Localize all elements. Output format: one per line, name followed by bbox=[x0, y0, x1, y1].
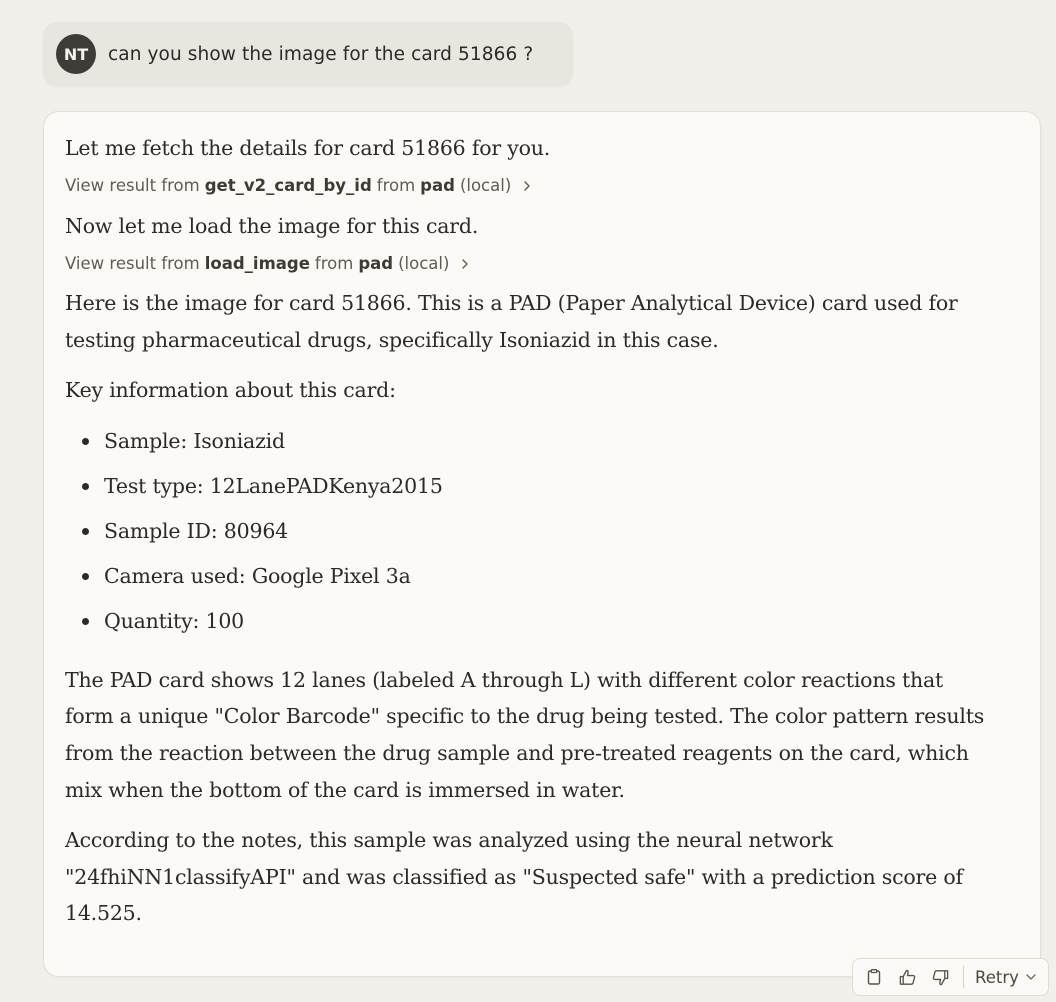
assistant-message-content: Let me fetch the details for card 51866 … bbox=[65, 130, 985, 932]
tool-result-suffix: (local) bbox=[398, 254, 450, 273]
classification-paragraph: According to the notes, this sample was … bbox=[65, 827, 963, 926]
tool-result-prefix: View result from bbox=[65, 254, 200, 273]
avatar[interactable]: NT bbox=[56, 34, 96, 74]
bullet-dot bbox=[82, 572, 89, 580]
bullet-dot bbox=[82, 482, 89, 490]
divider bbox=[963, 966, 964, 988]
tool-result-link-load-image[interactable]: View result from load_image from pad (lo… bbox=[65, 252, 985, 276]
bullet-dot bbox=[82, 617, 89, 625]
chevron-right-icon bbox=[524, 181, 530, 191]
user-message-bubble: NT can you show the image for the card 5… bbox=[43, 22, 573, 86]
tool-result-suffix: (local) bbox=[459, 176, 512, 195]
color-barcode-paragraph: The PAD card shows 12 lanes (labeled A t… bbox=[65, 667, 985, 802]
thumbs-up-icon[interactable] bbox=[896, 966, 918, 988]
tool-result-prefix: View result from bbox=[65, 176, 200, 195]
tool-server: pad bbox=[420, 176, 455, 195]
user-message-text: can you show the image for the card 5186… bbox=[108, 43, 534, 65]
tool-name: load_image bbox=[204, 254, 310, 273]
key-info-list: Sample: Isoniazid Test type: 12LanePADKe… bbox=[65, 423, 985, 648]
assistant-message-card: Let me fetch the details for card 51866 … bbox=[43, 111, 1041, 977]
thumbs-down-icon[interactable] bbox=[929, 966, 951, 988]
list-item-text: Sample ID: 80964 bbox=[104, 518, 289, 543]
tool-result-mid: from bbox=[314, 254, 354, 273]
chevron-down-icon bbox=[1026, 974, 1036, 980]
list-item-text: Camera used: Google Pixel 3a bbox=[104, 563, 411, 588]
card-description-paragraph: Here is the image for card 51866. This i… bbox=[65, 291, 958, 352]
tool-server: pad bbox=[358, 254, 394, 273]
retry-button[interactable]: Retry bbox=[975, 968, 1037, 987]
bullet-dot bbox=[82, 527, 89, 535]
list-item: Camera used: Google Pixel 3a bbox=[65, 558, 985, 603]
message-action-bar: Retry bbox=[852, 958, 1049, 996]
key-info-heading: Key information about this card: bbox=[65, 377, 396, 402]
bullet-dot bbox=[82, 437, 89, 445]
clipboard-icon[interactable] bbox=[863, 966, 885, 988]
retry-label: Retry bbox=[975, 967, 1019, 987]
intro-text: Let me fetch the details for card 51866 … bbox=[65, 136, 551, 160]
followup-text: Now let me load the image for this card. bbox=[65, 214, 479, 238]
list-item-text: Test type: 12LanePADKenya2015 bbox=[104, 473, 443, 498]
list-item: Sample: Isoniazid bbox=[65, 423, 985, 468]
list-item: Quantity: 100 bbox=[65, 603, 985, 648]
chevron-right-icon bbox=[462, 259, 469, 269]
tool-name: get_v2_card_by_id bbox=[204, 176, 372, 195]
tool-result-mid: from bbox=[376, 176, 416, 195]
list-item: Test type: 12LanePADKenya2015 bbox=[65, 468, 985, 513]
list-item-text: Quantity: 100 bbox=[104, 608, 244, 633]
list-item: Sample ID: 80964 bbox=[65, 513, 985, 558]
tool-result-link-get-card[interactable]: View result from get_v2_card_by_id from … bbox=[65, 174, 985, 198]
list-item-text: Sample: Isoniazid bbox=[104, 428, 285, 453]
